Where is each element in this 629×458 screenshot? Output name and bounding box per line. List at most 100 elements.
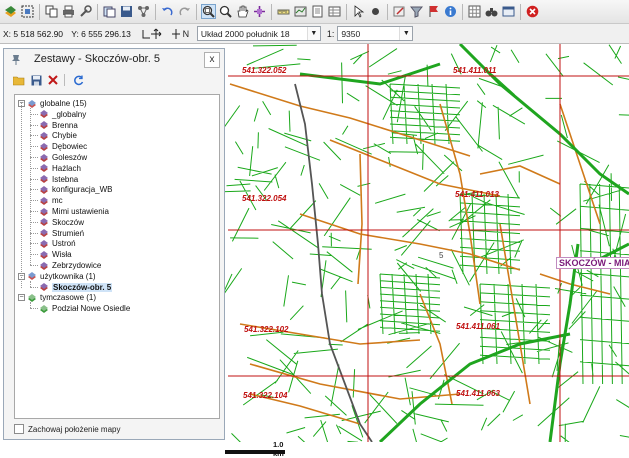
close-red-button[interactable] [525,4,540,19]
zoom-window-button[interactable] [201,4,216,19]
tree-item[interactable]: Goleszów [39,152,87,163]
extent-button[interactable] [252,4,267,19]
close-button[interactable]: x [204,52,220,68]
tree-item[interactable]: konfiguracja_WB [39,184,112,195]
filter-button[interactable] [409,4,424,19]
set-icon [40,283,48,292]
report-button[interactable] [310,4,325,19]
tree-item[interactable]: _globalny [39,109,86,120]
edit-button[interactable] [392,4,407,19]
chevron-down-icon[interactable]: ▼ [399,27,413,40]
north-arrow-icon [171,28,180,39]
tree-connector [30,302,31,309]
tree-item[interactable]: Istebna [39,174,78,185]
tree-item[interactable]: Dębowiec [39,141,87,152]
tree-connector [30,265,38,266]
identify-button[interactable] [443,4,458,19]
coordinate-bar: X: 5 518 562.90 Y: 6 555 296.13 N Układ … [0,24,629,44]
tree-item[interactable]: Brenna [39,120,78,131]
zoom-in-button[interactable] [218,4,233,19]
tree-item[interactable]: Podział Nowe Osiedle [39,303,130,314]
tree-item-label: konfiguracja_WB [52,185,113,195]
scale-select[interactable]: 9350 ▼ [337,26,414,41]
x-coordinate: X: 5 518 562.90 [3,28,64,39]
north-arrow-button[interactable]: N [167,27,193,41]
tree-item[interactable]: Ustroń [39,238,76,249]
collapse-toggle[interactable]: − [18,294,25,302]
point-button[interactable] [368,4,383,19]
tree-item-label: Chybie [52,131,77,141]
main-roads [299,44,629,442]
tree-item-label: Dębowiec [52,142,88,152]
tree-item[interactable]: Wisła [39,249,72,260]
y-coordinate: Y: 6 555 296.13 [71,28,131,39]
chevron-down-icon[interactable]: ▼ [306,27,320,40]
keep-map-position-checkbox[interactable] [14,424,24,434]
tree-item[interactable]: Hażlach [39,163,81,174]
tree-group[interactable]: − globalne (15) [18,98,87,109]
copy-icon [45,5,58,18]
arrow-button[interactable] [351,4,366,19]
flag-button[interactable] [426,4,441,19]
tools-button[interactable] [78,4,93,19]
sets-tree[interactable]: − globalne (15) _globalny Brenna Chybie Dębow… [14,94,220,419]
save-button[interactable] [30,74,42,86]
tree-item-label: Strumień [52,228,85,238]
extent-icon [254,6,265,17]
tree-item[interactable]: mc [39,195,63,206]
keep-map-position-option[interactable]: Zachowaj położenie mapy [14,424,121,434]
point-icon [372,8,379,15]
tree-connector [30,178,38,180]
save-button[interactable] [119,4,134,19]
select-area-button[interactable] [20,4,35,19]
grid-button[interactable] [467,4,482,19]
network-button[interactable] [136,4,151,19]
city-label: SKOCZÓW - MIAS [556,257,629,269]
toolbar-separator [97,3,98,20]
open-folder-button[interactable] [13,74,25,86]
ruler-button[interactable] [276,4,291,19]
tree-item-label: Podział Nowe Osiedle [52,304,131,314]
binoculars-button[interactable] [484,4,499,19]
tree-item[interactable]: Chybie [39,130,77,141]
set-icon [40,185,48,194]
tool-separator [64,74,67,86]
section-grid [228,44,629,442]
tree-group-label: użytkownika (1) [40,271,96,281]
tree-connector [30,232,38,234]
window-button[interactable] [501,4,516,19]
tree-item[interactable]: Mimi ustawienia [39,206,109,217]
refresh-button[interactable] [72,74,84,86]
copy-button[interactable] [44,4,59,19]
set-icon [40,229,48,238]
tree-item[interactable]: Strumień [39,228,84,239]
tree-item[interactable]: Zebrzydowice [39,260,101,271]
tree-connector [30,200,38,202]
measure-button[interactable] [293,4,308,19]
undo-button[interactable] [160,4,175,19]
tree-connector [30,221,38,223]
coordinate-system-select[interactable]: Układ 2000 południk 18 ▼ [196,26,321,41]
report-icon [312,5,323,18]
tree-connector [30,280,31,287]
print-button[interactable] [61,4,76,19]
tree-item[interactable]: Skoczów-obr. 5 [39,282,113,293]
delete-button[interactable] [47,74,59,86]
parcel-lines [214,44,629,442]
coordinate-pick-button[interactable] [141,27,163,41]
identify-icon [445,6,456,17]
layers-button[interactable] [3,4,18,19]
ruler-icon [277,9,290,15]
grid-icon [468,5,481,18]
pan-hand-button[interactable] [235,4,250,19]
copy-map-button[interactable] [102,4,117,19]
tree-group-label: tymczasowe (1) [40,293,97,303]
scale-prefix: 1: [326,28,335,39]
pin-icon[interactable] [10,54,22,66]
redo-button[interactable] [177,4,192,19]
tree-item-label: Istebna [52,174,79,184]
panel-titlebar[interactable]: Zestawy - Skoczów-obr. 5 x [4,49,224,71]
tree-item[interactable]: Skoczów [39,217,84,228]
tools-icon [80,5,92,17]
table-button[interactable] [327,4,342,19]
